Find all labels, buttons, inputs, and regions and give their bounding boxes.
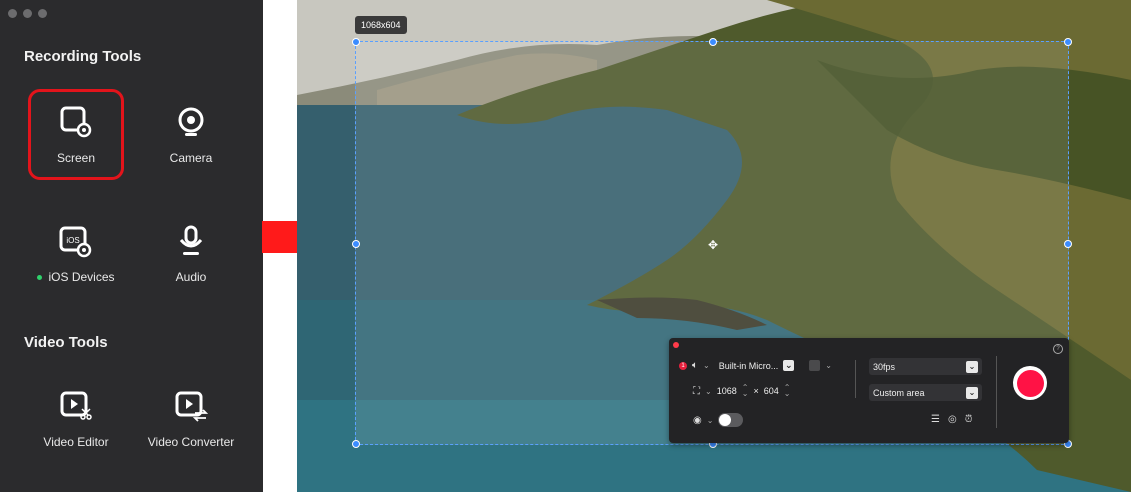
width-input[interactable]: 1068: [717, 386, 737, 396]
dimension-row: ⛶ ⌄ 1068 ⌃ ⌄ × 604 ⌃ ⌄: [693, 384, 791, 398]
zoom-window-button[interactable]: [38, 9, 47, 18]
microphone-select-label[interactable]: Built-in Micro...: [719, 361, 779, 371]
selection-dimension-tag: 1068x604: [355, 16, 407, 34]
camera-tool-button[interactable]: Camera: [141, 97, 241, 165]
move-crosshair-icon[interactable]: ✥: [708, 238, 718, 252]
toolbar-actions-row: ☰ ◎ ⏰︎: [931, 414, 973, 425]
close-window-button[interactable]: [8, 9, 17, 18]
camera-row: ◉ ⌄: [693, 413, 744, 427]
video-converter-tool-button[interactable]: Video Converter: [141, 381, 241, 449]
width-stepper-icon[interactable]: ⌃ ⌄: [742, 384, 749, 398]
audio-tool-label: Audio: [175, 270, 207, 284]
camera-icon: [178, 107, 204, 136]
settings-target-icon[interactable]: ◎: [948, 414, 957, 425]
recording-toolbar: ? 1 🔈︎ ⌄ Built-in Micro... ⌄ ⌄ ⛶ ⌄ 1068 …: [669, 338, 1069, 443]
app-sidebar-panel: Recording Tools Screen Camera iOS iOS De…: [0, 0, 263, 492]
fps-select-value: 30fps: [873, 361, 896, 372]
toolbar-close-button[interactable]: [673, 342, 679, 348]
area-dropdown-caret-icon[interactable]: ⌄: [705, 387, 712, 396]
resize-handle-bottom-left[interactable]: [352, 440, 360, 448]
ios-icon-text: iOS: [66, 236, 79, 245]
record-button[interactable]: [1013, 366, 1047, 400]
video-editor-icon: [60, 391, 92, 420]
height-input[interactable]: 604: [764, 386, 779, 396]
audio-row: 1 🔈︎ ⌄ Built-in Micro... ⌄ ⌄: [679, 360, 832, 371]
help-icon[interactable]: ?: [1053, 344, 1063, 354]
window-controls: [8, 9, 47, 18]
resize-handle-top-left[interactable]: [352, 38, 360, 46]
video-converter-icon: [175, 391, 208, 422]
connected-status-dot: [37, 275, 43, 281]
resize-handle-top-right[interactable]: [1064, 38, 1072, 46]
speaker-dropdown-caret-icon[interactable]: ⌄: [703, 361, 710, 370]
ios-device-icon: iOS: [59, 226, 92, 258]
area-select[interactable]: Custom area ⌄: [869, 384, 982, 401]
camera-tool-label: Camera: [169, 151, 213, 165]
resize-area-icon[interactable]: ⛶: [693, 386, 700, 397]
area-select-value: Custom area: [873, 387, 925, 398]
webcam-dropdown-caret-icon[interactable]: ⌄: [707, 416, 714, 425]
speaker-icon[interactable]: 🔈︎: [692, 360, 698, 371]
swatch-dropdown-caret-icon[interactable]: ⌄: [825, 361, 832, 370]
ios-devices-label: iOS Devices: [26, 270, 126, 284]
ios-devices-tool-button[interactable]: iOS iOS Devices: [26, 216, 126, 284]
microphone-icon: [179, 225, 203, 255]
desktop-screen-preview: 1068x604 ✥ ? 1 🔈︎ ⌄ Built-in Micro... ⌄ …: [297, 0, 1131, 492]
notification-badge: 1: [679, 361, 687, 370]
fps-select[interactable]: 30fps ⌄: [869, 358, 982, 375]
video-converter-label: Video Converter: [147, 435, 235, 449]
video-editor-label: Video Editor: [43, 435, 109, 449]
toolbar-divider: [855, 360, 856, 398]
screen-tool-label: Screen: [56, 151, 96, 165]
video-tools-title: Video Tools: [24, 334, 108, 351]
toolbar-divider-right: [996, 356, 997, 428]
webcam-icon[interactable]: ◉: [693, 415, 702, 426]
list-icon[interactable]: ☰: [931, 414, 940, 425]
record-icon: [1016, 369, 1044, 397]
area-dropdown-icon[interactable]: ⌄: [966, 386, 978, 399]
recording-tools-title: Recording Tools: [24, 48, 142, 65]
fps-dropdown-icon[interactable]: ⌄: [966, 360, 978, 373]
microphone-dropdown-check-icon[interactable]: ⌄: [783, 360, 795, 371]
color-swatch[interactable]: [809, 360, 821, 371]
video-editor-tool-button[interactable]: Video Editor: [26, 381, 126, 449]
webcam-toggle[interactable]: [718, 413, 744, 427]
audio-tool-button[interactable]: Audio: [141, 216, 241, 284]
screen-icon: [60, 106, 92, 138]
resize-handle-top[interactable]: [709, 38, 717, 46]
times-sign: ×: [753, 386, 759, 396]
screen-tool-button[interactable]: Screen: [26, 97, 126, 165]
minimize-window-button[interactable]: [23, 9, 32, 18]
resize-handle-right[interactable]: [1064, 240, 1072, 248]
ios-devices-text: iOS Devices: [48, 270, 115, 284]
resize-handle-left[interactable]: [352, 240, 360, 248]
alarm-clock-icon[interactable]: ⏰︎: [965, 414, 973, 425]
height-stepper-icon[interactable]: ⌃ ⌄: [784, 384, 791, 398]
